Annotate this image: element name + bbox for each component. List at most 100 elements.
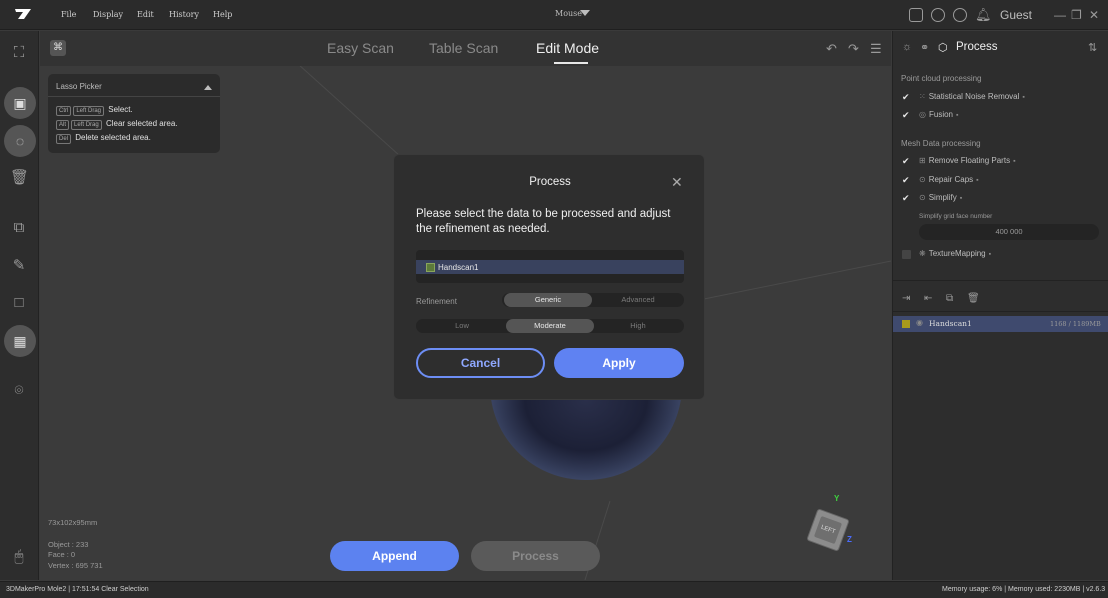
mode-generic[interactable]: Generic [504, 293, 592, 307]
item-checkbox[interactable] [426, 263, 435, 272]
menu-edit[interactable]: Edit [137, 10, 154, 19]
tab-edit-mode[interactable]: Edit Mode [536, 40, 599, 56]
status-bar: 3DMakerPro Mole2 | 17:51:54 Clear Select… [0, 581, 1108, 598]
refinement-label: Refinement [416, 297, 457, 306]
active-tab-indicator [554, 62, 588, 64]
divider [893, 280, 1108, 281]
minimize-icon[interactable]: — [1054, 8, 1066, 22]
dialog-close-icon[interactable]: ✕ [671, 174, 683, 191]
level-high[interactable]: High [594, 319, 682, 333]
lasso-row-clear: Alt Left Drag Clear selected area. [56, 119, 178, 130]
color-swatch[interactable] [902, 320, 910, 328]
user-name[interactable]: Guest [1000, 8, 1032, 22]
lasso-picker-title: Lasso Picker [56, 82, 102, 91]
trash-icon[interactable]: 🗑︎ [967, 293, 980, 304]
grid-face-input[interactable]: 400 000 [919, 224, 1099, 240]
duplicate-icon[interactable]: ⧉ [946, 293, 953, 304]
item-name: Handscan1 [438, 263, 479, 272]
object-count: Object : 233 [48, 540, 89, 549]
rfp-checkbox[interactable]: ✔ [902, 157, 911, 166]
link-icon[interactable]: ⌘ [50, 40, 66, 56]
glasses-icon[interactable]: ⚭ [920, 41, 929, 54]
section-mesh: Mesh Data processing [901, 139, 981, 148]
title-bar: File Display Edit History Help Mouse 🔔︎ … [0, 0, 1108, 30]
tab-table-scan[interactable]: Table Scan [429, 40, 498, 56]
import-icon[interactable]: ⇥ [902, 293, 910, 304]
axis-y-label: Y [834, 494, 840, 503]
app-logo-icon [14, 7, 32, 23]
menu-icon[interactable]: ☰ [870, 41, 882, 57]
grid-face-label: Simplify grid face number [919, 213, 993, 220]
texture-checkbox[interactable] [902, 250, 911, 259]
fusion-option: ◎ Fusion ▪ [919, 110, 959, 119]
vertex-count: Vertex : 695 731 [48, 561, 103, 570]
cancel-button[interactable]: Cancel [416, 348, 545, 378]
append-button[interactable]: Append [330, 541, 459, 571]
status-right: Memory usage: 6% | Memory used: 2230MB |… [942, 586, 1106, 593]
bell-icon[interactable]: 🔔︎ [975, 7, 992, 23]
fit-view-icon[interactable]: ⛶ [10, 44, 28, 62]
settings-icon[interactable]: ⇅ [1088, 41, 1097, 54]
menu-display[interactable]: Display [93, 10, 123, 19]
refinement-mode-toggle: Generic Advanced [502, 293, 684, 307]
snr-checkbox[interactable]: ✔ [902, 93, 911, 102]
trash-icon[interactable]: 🗑︎ [10, 169, 29, 187]
simplify-option: ⊙ Simplify ▪ [919, 193, 963, 202]
redo-icon[interactable]: ↷ [848, 41, 859, 57]
simplify-checkbox[interactable]: ✔ [902, 194, 911, 203]
tab-easy-scan[interactable]: Easy Scan [327, 40, 394, 56]
bounding-dims: 73x102x95mm [48, 518, 98, 527]
refinement-level-toggle: Low Moderate High [416, 319, 684, 333]
level-low[interactable]: Low [418, 319, 506, 333]
list-item[interactable]: Handscan1 [416, 260, 684, 274]
mode-advanced[interactable]: Advanced [594, 293, 682, 307]
data-row[interactable]: ◉ Handscan1 1168 / 1189MB [893, 316, 1108, 332]
repair-option: ⊙ Repair Caps ▪ [919, 175, 979, 184]
apply-button[interactable]: Apply [554, 348, 684, 378]
brush-icon[interactable]: ✎ [10, 257, 28, 275]
data-row-name: Handscan1 [929, 319, 972, 328]
panel-title: Process [956, 41, 998, 53]
close-icon[interactable]: ✕ [1089, 8, 1099, 22]
menu-help[interactable]: Help [213, 10, 232, 19]
book-icon[interactable] [909, 8, 923, 22]
chat-icon[interactable] [953, 8, 967, 22]
menu-file[interactable]: File [61, 10, 76, 19]
lasso-row-select: Ctrl Left Drag Select. [56, 105, 133, 116]
crop-icon[interactable]: □ [10, 294, 28, 312]
cube-icon[interactable]: ⬡ [938, 41, 948, 54]
maximize-icon[interactable]: ❐ [1071, 8, 1082, 22]
process-button[interactable]: Process [471, 541, 600, 571]
export-icon[interactable]: ⇤ [924, 293, 932, 304]
data-list: Handscan1 [416, 250, 684, 283]
level-moderate[interactable]: Moderate [506, 319, 594, 333]
mouse-icon: 🖱︎ [14, 548, 24, 565]
divider [893, 311, 1108, 312]
face-count: Face : 0 [48, 550, 76, 559]
axis-z-label: Z [847, 535, 852, 544]
data-row-size: 1168 / 1189MB [1050, 320, 1101, 328]
process-panel: ☼ ⚭ ⬡ Process ⇅ Point cloud processing ✔… [892, 31, 1108, 580]
fusion-checkbox[interactable]: ✔ [902, 111, 911, 120]
undo-icon[interactable]: ↶ [826, 41, 837, 57]
eye-icon[interactable]: ◉ [916, 318, 923, 327]
section-point-cloud: Point cloud processing [901, 74, 982, 83]
lasso-row-delete: Del Delete selected area. [56, 133, 151, 144]
refresh-icon[interactable] [931, 8, 945, 22]
camera-icon[interactable]: ⌾ [10, 382, 28, 400]
collapse-icon[interactable] [204, 85, 212, 90]
repair-checkbox[interactable]: ✔ [902, 176, 911, 185]
sun-icon[interactable]: ☼ [902, 41, 912, 53]
dialog-message: Please select the data to be processed a… [416, 208, 671, 235]
copy-add-icon[interactable]: ⧉ [10, 219, 28, 237]
snr-option: ⁙ Statistical Noise Removal ▪ [919, 92, 1025, 101]
chevron-down-icon[interactable] [580, 10, 590, 16]
cube-face[interactable]: LEFT [813, 515, 843, 545]
input-mode-select[interactable]: Mouse [555, 9, 582, 18]
lasso-tool-icon[interactable]: ◌ [4, 125, 36, 157]
texture-option: ❋ TextureMapping ▪ [919, 249, 992, 258]
left-toolbar: ⛶ ▣ ◌ 🗑︎ ⧉ ✎ □ ▦ ⌾ 🖱︎ [0, 31, 39, 580]
select-tool-icon[interactable]: ▣ [4, 87, 36, 119]
checker-icon[interactable]: ▦ [4, 325, 36, 357]
menu-history[interactable]: History [169, 10, 199, 19]
